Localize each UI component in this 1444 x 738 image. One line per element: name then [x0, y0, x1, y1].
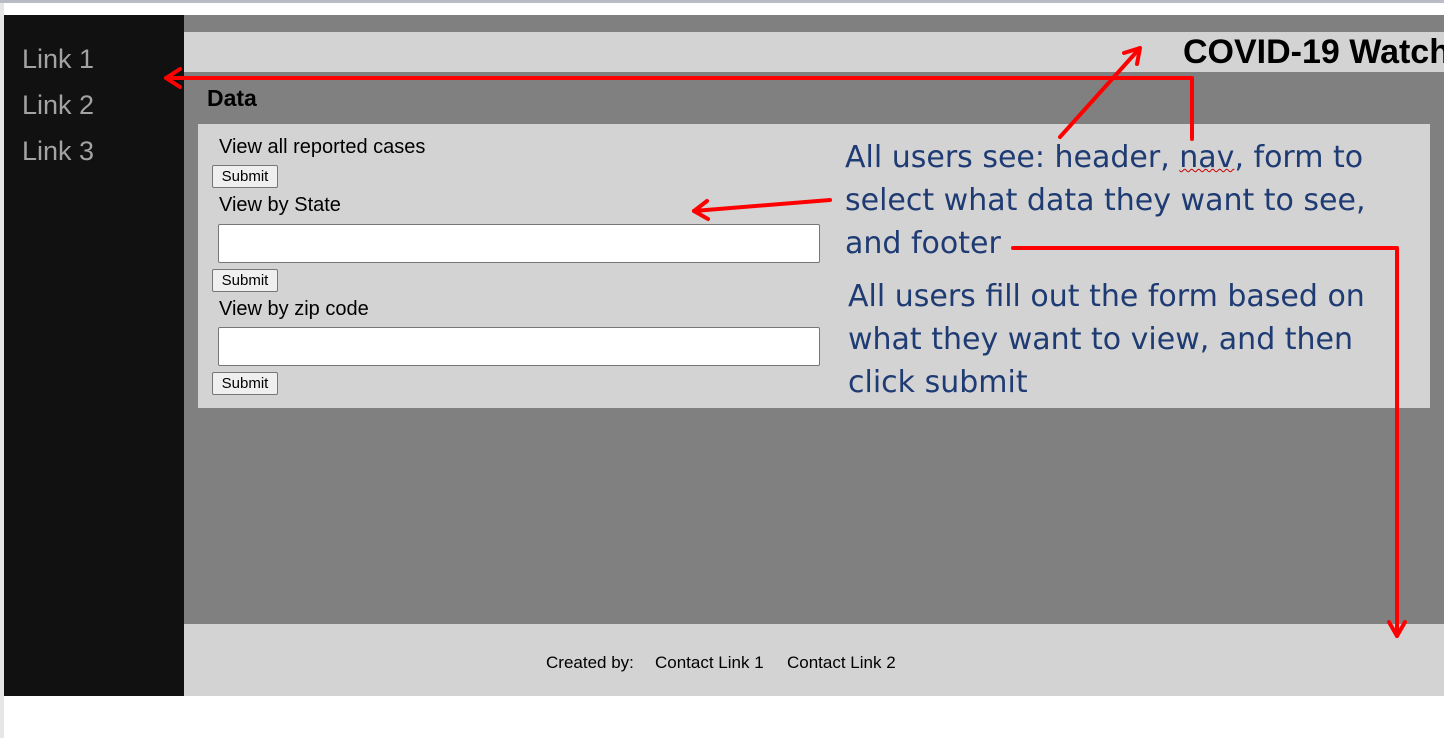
state-submit-button[interactable]: Submit — [212, 269, 278, 292]
annotation-nav-word: nav — [1179, 140, 1235, 175]
annotation-note-1: All users see: header, nav, form to sele… — [845, 136, 1366, 265]
annotation-note-2-line-2: what they want to view, and then — [848, 322, 1354, 357]
zip-label: View by zip code — [219, 298, 369, 320]
footer-contact-link-1[interactable]: Contact Link 1 — [655, 653, 764, 673]
page-footer: Created by: Contact Link 1 Contact Link … — [184, 624, 1444, 696]
annotation-text: , form to — [1234, 140, 1364, 175]
zip-input[interactable] — [218, 327, 820, 366]
sidebar-link-1[interactable]: Link 1 — [22, 44, 94, 75]
annotation-note-2-line-1: All users fill out the form based on — [848, 279, 1365, 314]
page-title: COVID-19 Watch — [1182, 33, 1444, 71]
all-cases-label: View all reported cases — [219, 136, 426, 158]
annotation-note-2-line-3: click submit — [848, 365, 1028, 400]
state-label: View by State — [219, 194, 341, 216]
annotation-note-1-line-1: All users see: header, nav, form to — [845, 136, 1366, 179]
sidebar-nav: Link 1 Link 2 Link 3 — [4, 15, 184, 696]
sidebar-link-3[interactable]: Link 3 — [22, 136, 94, 167]
annotation-note-1-line-3: and footer — [845, 226, 1001, 261]
zip-submit-button[interactable]: Submit — [212, 372, 278, 395]
annotation-note-1-line-2: select what data they want to see, — [845, 183, 1366, 218]
sidebar-link-2[interactable]: Link 2 — [22, 90, 94, 121]
annotation-text: All users see: header, — [845, 140, 1180, 175]
page-header: COVID-19 Watch — [184, 32, 1444, 72]
all-cases-submit-button[interactable]: Submit — [212, 165, 278, 188]
section-heading: Data — [207, 85, 257, 111]
state-input[interactable] — [218, 224, 820, 263]
footer-contact-link-2[interactable]: Contact Link 2 — [787, 653, 896, 673]
window-top-edge — [0, 0, 1444, 3]
annotation-note-2: All users fill out the form based on wha… — [848, 275, 1365, 404]
footer-created-by: Created by: — [546, 653, 634, 672]
